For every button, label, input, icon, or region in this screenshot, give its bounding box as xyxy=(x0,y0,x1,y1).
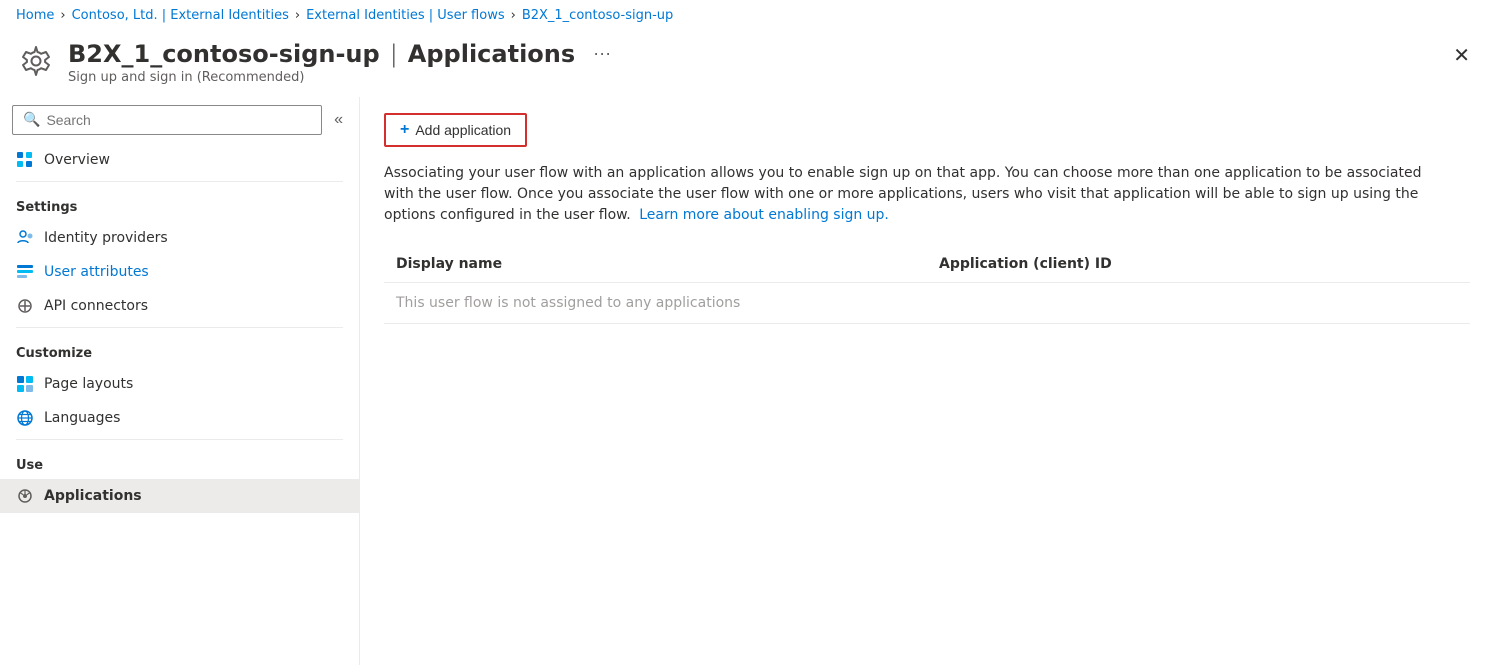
overview-label: Overview xyxy=(44,152,110,168)
main-content: + Add application Associating your user … xyxy=(360,97,1494,665)
toolbar: + Add application xyxy=(384,113,1470,147)
empty-message: This user flow is not assigned to any ap… xyxy=(384,283,1470,324)
breadcrumb-b2x[interactable]: B2X_1_contoso-sign-up xyxy=(522,8,673,23)
applications-icon xyxy=(16,487,34,505)
sidebar-item-applications[interactable]: Applications xyxy=(0,479,359,513)
breadcrumb-contoso[interactable]: Contoso, Ltd. | External Identities xyxy=(72,8,289,23)
languages-icon xyxy=(16,409,34,427)
sidebar-item-overview[interactable]: Overview xyxy=(0,143,359,177)
customize-section-label: Customize xyxy=(0,332,359,367)
sidebar-item-identity-providers[interactable]: Identity providers xyxy=(0,221,359,255)
page-title: B2X_1_contoso-sign-up | Applications ··· xyxy=(68,39,619,68)
sidebar-item-languages[interactable]: Languages xyxy=(0,401,359,435)
sidebar-item-api-connectors[interactable]: API connectors xyxy=(0,289,359,323)
user-attributes-label[interactable]: User attributes xyxy=(44,264,149,280)
use-section-label: Use xyxy=(0,444,359,479)
plus-icon: + xyxy=(400,121,409,139)
learn-more-link[interactable]: Learn more about enabling sign up. xyxy=(639,207,889,223)
overview-icon xyxy=(16,151,34,169)
page-layouts-label: Page layouts xyxy=(44,376,133,392)
identity-providers-icon xyxy=(16,229,34,247)
col-header-client-id: Application (client) ID xyxy=(927,246,1470,283)
table-empty-row: This user flow is not assigned to any ap… xyxy=(384,283,1470,324)
applications-label: Applications xyxy=(44,488,142,504)
sidebar-item-page-layouts[interactable]: Page layouts xyxy=(0,367,359,401)
add-application-button[interactable]: + Add application xyxy=(384,113,527,147)
search-input[interactable] xyxy=(46,112,311,128)
page-subtitle: Sign up and sign in (Recommended) xyxy=(68,70,619,85)
search-icon: 🔍 xyxy=(23,112,40,128)
sidebar-item-user-attributes[interactable]: User attributes xyxy=(0,255,359,289)
applications-table: Display name Application (client) ID Thi… xyxy=(384,246,1470,324)
page-gear-icon xyxy=(16,41,56,81)
sidebar: 🔍 « Overview Settings xyxy=(0,97,360,665)
ellipsis-button[interactable]: ··· xyxy=(585,39,619,68)
languages-label: Languages xyxy=(44,410,120,426)
page-layouts-icon xyxy=(16,375,34,393)
close-button[interactable]: ✕ xyxy=(1445,39,1478,72)
user-attributes-icon xyxy=(16,263,34,281)
breadcrumb-user-flows[interactable]: External Identities | User flows xyxy=(306,8,505,23)
api-connectors-icon xyxy=(16,297,34,315)
search-input-wrapper[interactable]: 🔍 xyxy=(12,105,322,135)
breadcrumb: Home › Contoso, Ltd. | External Identiti… xyxy=(0,0,1494,31)
api-connectors-label: API connectors xyxy=(44,298,148,314)
col-header-display-name: Display name xyxy=(384,246,927,283)
description-text: Associating your user flow with an appli… xyxy=(384,163,1434,226)
identity-providers-label: Identity providers xyxy=(44,230,168,246)
breadcrumb-home[interactable]: Home xyxy=(16,8,54,23)
settings-section-label: Settings xyxy=(0,186,359,221)
collapse-button[interactable]: « xyxy=(330,107,347,133)
